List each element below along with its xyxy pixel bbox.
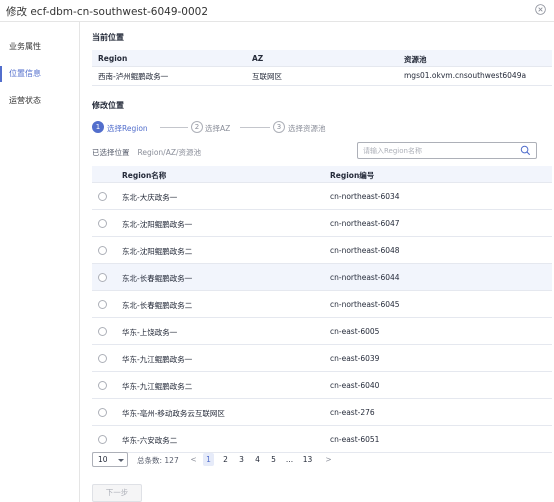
table-row[interactable]: 东北-长春鲲鹏政务一 cn-northeast-6044	[92, 264, 552, 291]
page-button-4[interactable]: 4	[252, 453, 263, 466]
region-code: cn-northeast-6045	[330, 300, 400, 309]
selected-location: 已选择位置 Region/AZ/资源池	[92, 147, 201, 158]
page-button-2[interactable]: 2	[220, 453, 231, 466]
table-row[interactable]: 东北-大庆政务一 cn-northeast-6034	[92, 183, 552, 210]
region-code: cn-east-6051	[330, 435, 380, 444]
column-header-region-name: Region名称	[122, 171, 167, 180]
column-header-pool: 资源池	[404, 55, 427, 64]
table-row[interactable]: 华东-九江鲲鹏政务二 cn-east-6040	[92, 372, 552, 399]
table-row[interactable]: 东北-沈阳鲲鹏政务一 cn-northeast-6047	[92, 210, 552, 237]
region-code: cn-northeast-6048	[330, 246, 400, 255]
table-row[interactable]: 东北-长春鲲鹏政务二 cn-northeast-6045	[92, 291, 552, 318]
dialog-title: 修改 ecf-dbm-cn-southwest-6049-0002	[6, 6, 209, 18]
current-location-title: 当前位置	[92, 33, 124, 42]
region-name: 华东-九江鲲鹏政务二	[122, 382, 193, 391]
region-radio[interactable]	[98, 327, 107, 336]
total-count: 总条数: 127	[137, 456, 179, 465]
selected-location-label: 已选择位置	[92, 148, 130, 157]
table-row[interactable]: 华东-九江鲲鹏政务一 cn-east-6039	[92, 345, 552, 372]
step-connector	[240, 127, 270, 128]
region-radio[interactable]	[98, 354, 107, 363]
sidebar-item-label: 位置信息	[9, 69, 41, 78]
region-radio[interactable]	[98, 381, 107, 390]
region-radio[interactable]	[98, 192, 107, 201]
region-search-input[interactable]	[363, 145, 513, 157]
region-search	[357, 142, 537, 159]
region-name: 华东-六安政务二	[122, 436, 178, 445]
current-pool-value: mgs01.okvm.cnsouthwest6049a	[404, 71, 527, 80]
step-2-circle: 2	[191, 121, 203, 133]
sidebar: 业务属性 位置信息 运营状态	[0, 22, 80, 502]
step-indicator: 1 选择Region 2 选择AZ 3 选择资源池	[92, 121, 342, 135]
chevron-down-icon	[118, 459, 124, 462]
region-radio[interactable]	[98, 300, 107, 309]
page-button-1[interactable]: 1	[203, 453, 214, 466]
step-1-circle: 1	[92, 121, 104, 133]
region-code: cn-east-276	[330, 408, 375, 417]
region-name: 东北-沈阳鲲鹏政务一	[122, 220, 193, 229]
column-header-region-code: Region编号	[330, 171, 375, 180]
prev-page-button[interactable]: <	[188, 453, 199, 466]
selected-location-hint: Region/AZ/资源池	[137, 148, 202, 157]
region-name: 东北-大庆政务一	[122, 193, 178, 202]
table-row[interactable]: 东北-沈阳鲲鹏政务二 cn-northeast-6048	[92, 237, 552, 264]
close-icon[interactable]	[535, 4, 546, 15]
table-row[interactable]: 华东-亳州-移动政务云互联网区 cn-east-276	[92, 399, 552, 426]
region-name: 华东-上饶政务一	[122, 328, 178, 337]
table-header: Region AZ 资源池	[92, 50, 552, 67]
region-name: 华东-九江鲲鹏政务一	[122, 355, 193, 364]
column-header-az: AZ	[252, 54, 264, 63]
step-2-label: 选择AZ	[205, 124, 231, 133]
sidebar-item-location-info[interactable]: 位置信息	[0, 65, 79, 83]
page-size-select[interactable]: 10	[92, 452, 128, 467]
current-region-value: 西南-泸州鲲鹏政务一	[98, 72, 169, 81]
page-button-3[interactable]: 3	[236, 453, 247, 466]
table-row: 西南-泸州鲲鹏政务一 互联网区 mgs01.okvm.cnsouthwest60…	[92, 67, 552, 86]
region-name: 华东-亳州-移动政务云互联网区	[122, 409, 225, 418]
step-connector	[160, 127, 188, 128]
region-code: cn-east-6005	[330, 327, 380, 336]
step-1-label: 选择Region	[107, 124, 148, 133]
region-radio[interactable]	[98, 435, 107, 444]
sidebar-item-operation-status[interactable]: 运营状态	[0, 92, 79, 110]
region-radio[interactable]	[98, 219, 107, 228]
region-radio[interactable]	[98, 408, 107, 417]
region-name: 东北-沈阳鲲鹏政务二	[122, 247, 193, 256]
page-button-13[interactable]: 13	[302, 453, 313, 466]
pagination: 10 总条数: 127 < 1 2 3 4 5 ... 13 >	[92, 452, 552, 468]
region-name: 东北-长春鲲鹏政务一	[122, 274, 193, 283]
region-radio[interactable]	[98, 246, 107, 255]
next-step-button[interactable]: 下一步	[92, 484, 142, 502]
page-button-5[interactable]: 5	[268, 453, 279, 466]
sidebar-item-label: 业务属性	[9, 42, 41, 51]
page-size-value: 10	[98, 455, 108, 464]
search-icon[interactable]	[520, 145, 531, 156]
region-code: cn-northeast-6047	[330, 219, 400, 228]
page-ellipsis[interactable]: ...	[284, 453, 295, 466]
table-header: Region名称 Region编号	[92, 166, 552, 183]
next-page-button[interactable]: >	[323, 453, 334, 466]
region-code: cn-northeast-6044	[330, 273, 400, 282]
step-3-circle: 3	[273, 121, 285, 133]
sidebar-item-label: 运营状态	[9, 96, 41, 105]
table-row[interactable]: 华东-六安政务二 cn-east-6051	[92, 426, 552, 453]
region-radio[interactable]	[98, 273, 107, 282]
modify-location-title: 修改位置	[92, 101, 124, 110]
region-name: 东北-长春鲲鹏政务二	[122, 301, 193, 310]
step-3-label: 选择资源池	[288, 124, 326, 133]
current-az-value: 互联网区	[252, 72, 282, 81]
region-code: cn-east-6039	[330, 354, 380, 363]
table-row[interactable]: 华东-上饶政务一 cn-east-6005	[92, 318, 552, 345]
dialog-title-bar: 修改 ecf-dbm-cn-southwest-6049-0002	[0, 0, 554, 22]
column-header-region: Region	[98, 54, 128, 63]
region-code: cn-northeast-6034	[330, 192, 400, 201]
sidebar-item-business-attributes[interactable]: 业务属性	[0, 38, 79, 56]
region-code: cn-east-6040	[330, 381, 380, 390]
